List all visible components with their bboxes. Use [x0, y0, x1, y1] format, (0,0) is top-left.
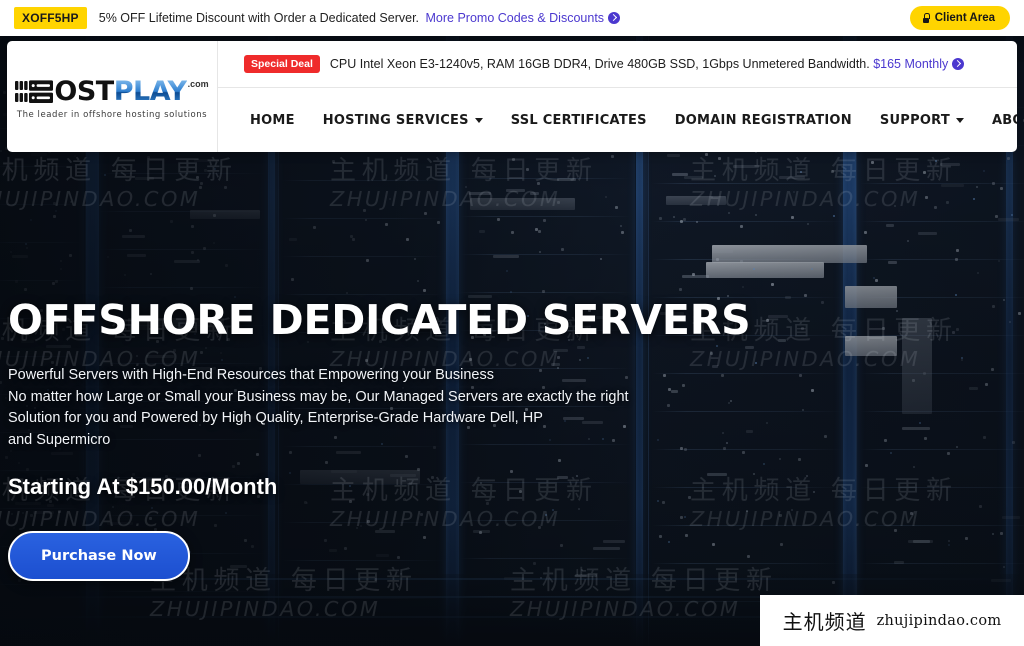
chevron-down-icon: [474, 117, 483, 123]
main-navigation: HOME HOSTING SERVICES SSL CERTIFICATES DOMA…: [218, 88, 1017, 152]
logo[interactable]: OST PLAY .com The leader in offshore hos…: [7, 41, 218, 152]
logo-text-host: OST: [54, 76, 114, 107]
page-title: OFFSHORE DEDICATED SERVERS: [8, 296, 751, 344]
nav-item-ssl-certificates[interactable]: SSL CERTIFICATES: [497, 103, 661, 138]
promo-code-badge[interactable]: XOFF5HP: [14, 7, 87, 29]
special-deal-bar: Special Deal CPU Intel Xeon E3-1240v5, R…: [218, 41, 1017, 88]
promo-message: 5% OFF Lifetime Discount with Order a De…: [98, 11, 420, 25]
special-deal-price-link[interactable]: $165 Monthly: [873, 57, 948, 71]
header-right-pane: Special Deal CPU Intel Xeon E3-1240v5, R…: [218, 41, 1017, 152]
special-deal-badge: Special Deal: [244, 55, 320, 73]
top-promo-bar: XOFF5HP 5% OFF Lifetime Discount with Or…: [0, 0, 1024, 36]
hero-content: OFFSHORE DEDICATED SERVERS Powerful Serv…: [8, 300, 768, 581]
nav-item-label: HOSTING SERVICES: [322, 112, 469, 128]
chevron-down-icon: [955, 117, 964, 123]
nav-item-label: SSL CERTIFICATES: [510, 112, 647, 128]
hero-description-line: and Supermicro: [8, 431, 111, 448]
circle-arrow-right-icon[interactable]: [952, 58, 965, 70]
site-header: OST PLAY .com The leader in offshore hos…: [7, 41, 1017, 152]
nav-item-label: ABOUT US: [991, 112, 1017, 128]
nav-item-label: DOMAIN REGISTRATION: [674, 112, 852, 128]
circle-arrow-right-icon[interactable]: [608, 12, 621, 24]
client-area-button[interactable]: Client Area: [909, 6, 1010, 30]
nav-item-hosting-services[interactable]: HOSTING SERVICES: [309, 103, 497, 138]
client-area-label: Client Area: [934, 12, 995, 24]
more-promo-codes-link[interactable]: More Promo Codes & Discounts: [426, 11, 605, 25]
hero-starting-price: Starting At $150.00/Month: [8, 474, 278, 499]
logo-row: OST PLAY .com: [15, 76, 209, 107]
logo-dotcom: .com: [187, 79, 209, 89]
hero-description-line: Powerful Servers with High-End Resources…: [8, 367, 494, 383]
nav-item-support[interactable]: SUPPORT: [866, 103, 978, 138]
nav-item-label: SUPPORT: [879, 112, 950, 128]
hero-description-line: No matter how Large or Small your Busine…: [8, 388, 629, 405]
hero-description: Powerful Servers with High-End Resources…: [8, 365, 768, 451]
logo-text-play: PLAY: [113, 76, 187, 107]
promo-text: 5% OFF Lifetime Discount with Order a De…: [98, 11, 621, 25]
watermark-badge-cn: 主机频道: [782, 610, 867, 634]
lock-icon: [922, 13, 930, 23]
special-deal-specs: CPU Intel Xeon E3-1240v5, RAM 16GB DDR4,…: [329, 57, 870, 71]
purchase-now-button[interactable]: Purchase Now: [8, 531, 190, 581]
nav-item-about-us[interactable]: ABOUT US: [978, 103, 1017, 138]
nav-item-home[interactable]: HOME: [236, 103, 309, 138]
special-deal-text: CPU Intel Xeon E3-1240v5, RAM 16GB DDR4,…: [329, 57, 965, 71]
nav-item-label: HOME: [250, 112, 295, 128]
watermark-badge-en: zhujipindao.com: [876, 612, 1002, 629]
server-rack-icon: [15, 77, 54, 107]
watermark-badge: 主机频道 zhujipindao.com: [760, 595, 1024, 646]
nav-item-domain-registration[interactable]: DOMAIN REGISTRATION: [661, 103, 866, 138]
logo-tagline: The leader in offshore hosting solutions: [16, 110, 208, 120]
hero-description-line: Solution for you and Powered by High Qua…: [8, 410, 543, 426]
